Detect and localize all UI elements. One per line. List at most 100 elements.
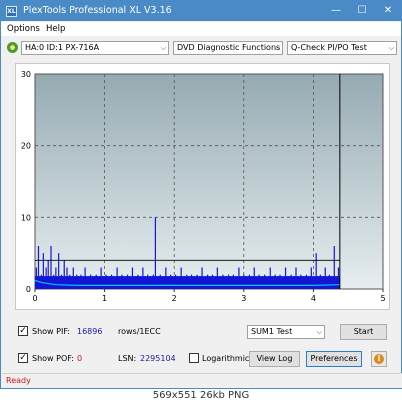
pif-bar — [154, 217, 157, 289]
pif-bar — [47, 260, 49, 289]
drive-select[interactable]: HA:0 ID:1 PX-716A ⌵ — [21, 41, 169, 55]
plot-background — [34, 73, 384, 290]
pif-bar — [243, 274, 245, 289]
pif-bar — [196, 274, 198, 289]
test-select-value: Q-Check PI/PO Test — [291, 43, 367, 52]
function-select-value: DVD Diagnostic Functions — [177, 43, 281, 52]
pif-bar — [191, 274, 193, 289]
chevron-down-icon: ⌵ — [388, 44, 394, 52]
menu-options[interactable]: Options — [7, 24, 40, 34]
pif-bar — [80, 274, 82, 289]
pif-bar — [264, 274, 266, 289]
pif-bar — [42, 253, 44, 289]
start-button[interactable]: Start — [340, 324, 387, 340]
chevron-down-icon: ⌵ — [316, 328, 322, 336]
pif-bar — [328, 274, 331, 289]
pif-bar — [53, 274, 55, 289]
lsn-label: LSN: — [118, 354, 137, 363]
pif-bar — [35, 267, 37, 289]
pif-bar — [324, 267, 326, 289]
pif-bar — [186, 274, 188, 289]
pif-bar — [174, 274, 177, 289]
pif-bar — [305, 274, 308, 289]
pif-bar — [315, 253, 317, 289]
show-pif-checkbox[interactable]: ✓ — [18, 326, 28, 336]
pif-bar — [37, 246, 40, 289]
rows-unit-label: rows/1ECC — [118, 327, 161, 336]
menu-help[interactable]: Help — [46, 24, 65, 34]
title-bar: XL PlexTools Professional XL V3.16 — ☐ ✕ — [1, 1, 401, 21]
x-tick-label: 5 — [380, 294, 385, 303]
pif-bar — [147, 274, 149, 289]
chart-svg: 0 1 2 3 4 5 0 10 20 30 — [21, 70, 386, 303]
pif-bar — [50, 246, 52, 289]
lsn-value: 2295104 — [140, 354, 176, 363]
pif-bar — [337, 267, 340, 289]
pif-bar — [152, 274, 154, 289]
chevron-down-icon: ⌵ — [274, 44, 280, 52]
show-pof-label: Show POF: — [32, 354, 74, 363]
pif-bar — [58, 253, 60, 289]
info-icon: i — [374, 354, 384, 364]
pif-bar — [55, 267, 57, 289]
sum-test-value: SUM1 Test — [251, 327, 293, 336]
pif-bar — [248, 274, 250, 289]
logarithmic-checkbox[interactable] — [189, 353, 199, 363]
pif-bar — [126, 274, 129, 289]
pif-bar — [274, 274, 276, 289]
toolbar: HA:0 ID:1 PX-716A ⌵ DVD Diagnostic Funct… — [1, 37, 401, 59]
x-tick-label: 4 — [311, 294, 316, 303]
minimize-icon[interactable]: — — [323, 1, 349, 21]
x-tick-label: 1 — [102, 294, 107, 303]
x-tick-label: 0 — [32, 294, 37, 303]
maximize-icon[interactable]: ☐ — [349, 1, 375, 21]
window-title: PlexTools Professional XL V3.16 — [23, 5, 172, 16]
pif-bar — [90, 274, 92, 289]
test-select[interactable]: Q-Check PI/PO Test ⌵ — [287, 41, 397, 55]
view-log-button[interactable]: View Log — [249, 351, 300, 367]
function-select[interactable]: DVD Diagnostic Functions ⌵ — [173, 41, 283, 55]
preferences-button[interactable]: Preferences — [306, 351, 362, 367]
pif-bar — [121, 274, 123, 289]
pif-bar — [258, 274, 260, 289]
chevron-down-icon: ⌵ — [160, 44, 166, 52]
show-pof-checkbox[interactable]: ✓ — [18, 353, 28, 363]
pif-bar — [300, 274, 302, 289]
x-tick-label: 3 — [241, 294, 246, 303]
pif-bar — [66, 267, 68, 289]
pif-bar — [95, 274, 97, 289]
pif-bar — [227, 274, 230, 289]
sum-test-select[interactable]: SUM1 Test ⌵ — [247, 325, 325, 339]
pif-bar — [290, 274, 292, 289]
pif-bar — [232, 274, 234, 289]
pif-bar — [45, 267, 47, 289]
pof-value: 0 — [77, 354, 83, 363]
pif-bar — [76, 274, 78, 289]
status-bar: Ready — [2, 373, 402, 388]
pif-bar — [222, 274, 224, 289]
pif-bar — [333, 246, 335, 289]
pif-bar — [170, 274, 172, 289]
y-tick-label: 10 — [21, 213, 31, 222]
image-caption: 569x551 26kb PNG — [152, 390, 250, 401]
pif-bar — [319, 274, 321, 289]
app-window: XL PlexTools Professional XL V3.16 — ☐ ✕… — [0, 0, 402, 389]
plextools-app-icon: XL — [6, 6, 17, 17]
drive-status-icon — [7, 42, 18, 53]
pif-bar — [60, 274, 63, 289]
pif-bar — [211, 274, 214, 289]
logarithmic-label: Logarithmic — [202, 354, 250, 363]
status-text: Ready — [6, 376, 31, 385]
pif-bar — [110, 274, 113, 289]
pif-bar — [137, 274, 139, 289]
pif-value: 16896 — [77, 327, 103, 336]
info-button[interactable]: i — [371, 351, 387, 367]
y-tick-label: 30 — [21, 70, 31, 79]
pif-bar — [105, 274, 107, 289]
y-tick-label: 0 — [26, 285, 31, 294]
pif-bar — [69, 274, 71, 289]
y-tick-label: 20 — [21, 142, 31, 151]
pi-po-chart: 0 1 2 3 4 5 0 10 20 30 — [15, 63, 390, 310]
drive-select-value: HA:0 ID:1 PX-716A — [25, 43, 100, 52]
close-icon[interactable]: ✕ — [375, 1, 401, 21]
